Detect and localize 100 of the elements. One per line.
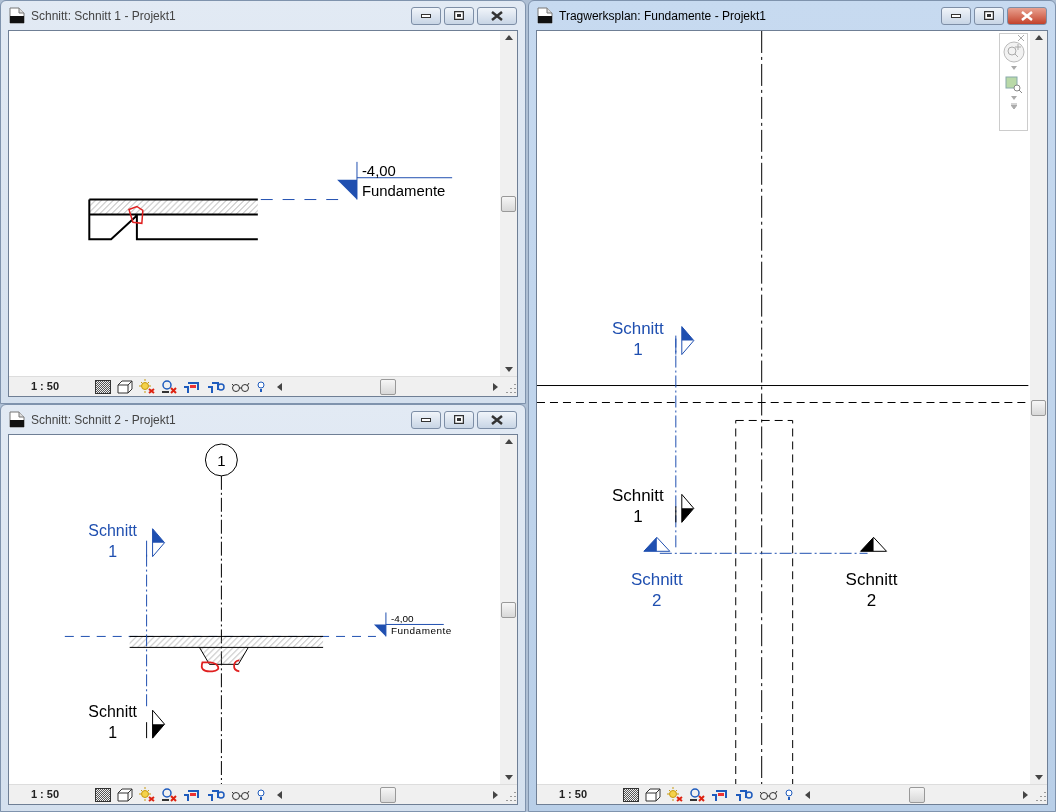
scrollbar-thumb[interactable] [380,786,396,803]
crop-view-icon[interactable] [183,787,201,802]
up-arrow-icon[interactable] [504,439,513,444]
drawing-canvas[interactable]: Schnitt 1 Schnitt 1 Schnitt 2 Schnitt 2 [537,31,1030,784]
crop-region-icon[interactable] [735,787,753,802]
minimize-icon [421,417,431,422]
section-number: 1 [108,724,118,742]
minimize-button[interactable] [411,6,441,25]
file-icon [9,411,25,428]
lightbulb-icon[interactable] [785,788,793,801]
shadow-icon[interactable] [689,787,705,802]
close-icon [1021,10,1033,21]
maximize-button[interactable] [974,6,1004,25]
level-marker-icon [337,161,358,201]
minimize-icon [951,13,961,18]
level-name: Fundamente [361,182,446,199]
crop-view-icon[interactable] [183,379,201,394]
scrollbar-thumb[interactable] [1031,399,1046,416]
maximize-button[interactable] [444,410,474,429]
up-arrow-icon[interactable] [1034,35,1043,40]
down-arrow-icon[interactable] [504,367,513,372]
section-name: Schnitt [611,318,664,338]
maximize-icon [454,11,464,20]
glasses-icon[interactable] [759,788,779,801]
level-line [385,623,445,625]
down-arrow-icon[interactable] [1034,775,1043,780]
close-icon [491,10,503,21]
section-name: Schnitt [845,570,898,590]
lightbulb-icon[interactable] [257,788,265,801]
sun-icon[interactable] [139,787,155,802]
section-number: 2 [652,591,662,611]
section-number: 1 [108,542,118,560]
down-arrow-icon[interactable] [504,775,513,780]
glasses-icon[interactable] [231,788,251,801]
crop-view-icon[interactable] [711,787,729,802]
close-icon [491,414,503,425]
minimize-icon [421,13,431,18]
lightbulb-icon[interactable] [257,380,265,393]
right-arrow-icon[interactable] [1023,790,1029,799]
section-name: Schnitt [611,486,664,506]
drawing-canvas[interactable]: 1 -4,00 Fundamente Schnitt 1 Schnitt 1 [9,435,500,784]
hand-drawn-mark [233,659,241,673]
section-number: 1 [633,339,643,359]
shadow-icon[interactable] [161,787,177,802]
view-scale[interactable]: 1 : 50 [9,786,81,803]
window-title: Tragwerksplan: Fundamente - Projekt1 [559,7,766,25]
scrollbar-thumb[interactable] [909,786,925,803]
section-name: Schnitt [88,521,138,539]
close-button[interactable] [1007,6,1047,25]
shadow-icon[interactable] [161,379,177,394]
vertical-scrollbar[interactable] [1030,31,1047,784]
left-arrow-icon[interactable] [805,790,811,799]
maximize-icon [454,415,464,424]
zoom-region-icon[interactable] [1004,76,1023,94]
level-elevation: -4,00 [390,613,414,625]
section-name: Schnitt [630,570,683,590]
box-icon[interactable] [117,379,133,394]
box-icon[interactable] [117,787,133,802]
level-name: Fundamente [390,625,452,637]
window-title: Schnitt: Schnitt 1 - Projekt1 [31,7,176,25]
hatch-pattern-icon[interactable] [95,787,111,802]
close-button[interactable] [477,6,517,25]
view-scale[interactable]: 1 : 50 [9,378,81,395]
crop-region-icon[interactable] [207,379,225,394]
grid-label: 1 [217,451,226,469]
file-icon [9,7,25,24]
left-arrow-icon[interactable] [277,382,283,391]
file-icon [537,7,553,24]
vertical-scrollbar[interactable] [500,435,517,784]
grid-bubble [204,443,238,477]
maximize-icon [984,11,994,20]
scrollbar-thumb[interactable] [501,601,516,618]
crop-region-icon[interactable] [207,787,225,802]
right-arrow-icon[interactable] [493,382,499,391]
level-marker-icon [373,612,387,637]
up-arrow-icon[interactable] [504,35,513,40]
sun-icon[interactable] [667,787,683,802]
box-icon[interactable] [645,787,661,802]
hand-drawn-mark [128,205,144,225]
hand-drawn-mark [200,661,220,673]
scrollbar-thumb[interactable] [501,195,516,212]
minimize-button[interactable] [411,410,441,429]
hatch-pattern-icon[interactable] [95,379,111,394]
glasses-icon[interactable] [231,380,251,393]
close-button[interactable] [477,410,517,429]
sun-icon[interactable] [139,379,155,394]
drawing-canvas[interactable]: -4,00 Fundamente [9,31,500,376]
maximize-button[interactable] [444,6,474,25]
vertical-scrollbar[interactable] [500,31,517,376]
section-number: 1 [633,507,643,527]
right-arrow-icon[interactable] [493,790,499,799]
level-elevation: -4,00 [361,162,396,179]
section-name: Schnitt [88,703,138,721]
hatch-pattern-icon[interactable] [623,787,639,802]
window-title: Schnitt: Schnitt 2 - Projekt1 [31,411,176,429]
view-scale[interactable]: 1 : 50 [537,786,609,803]
scrollbar-thumb[interactable] [380,378,396,395]
section-number: 2 [866,591,877,611]
left-arrow-icon[interactable] [277,790,283,799]
minimize-button[interactable] [941,6,971,25]
